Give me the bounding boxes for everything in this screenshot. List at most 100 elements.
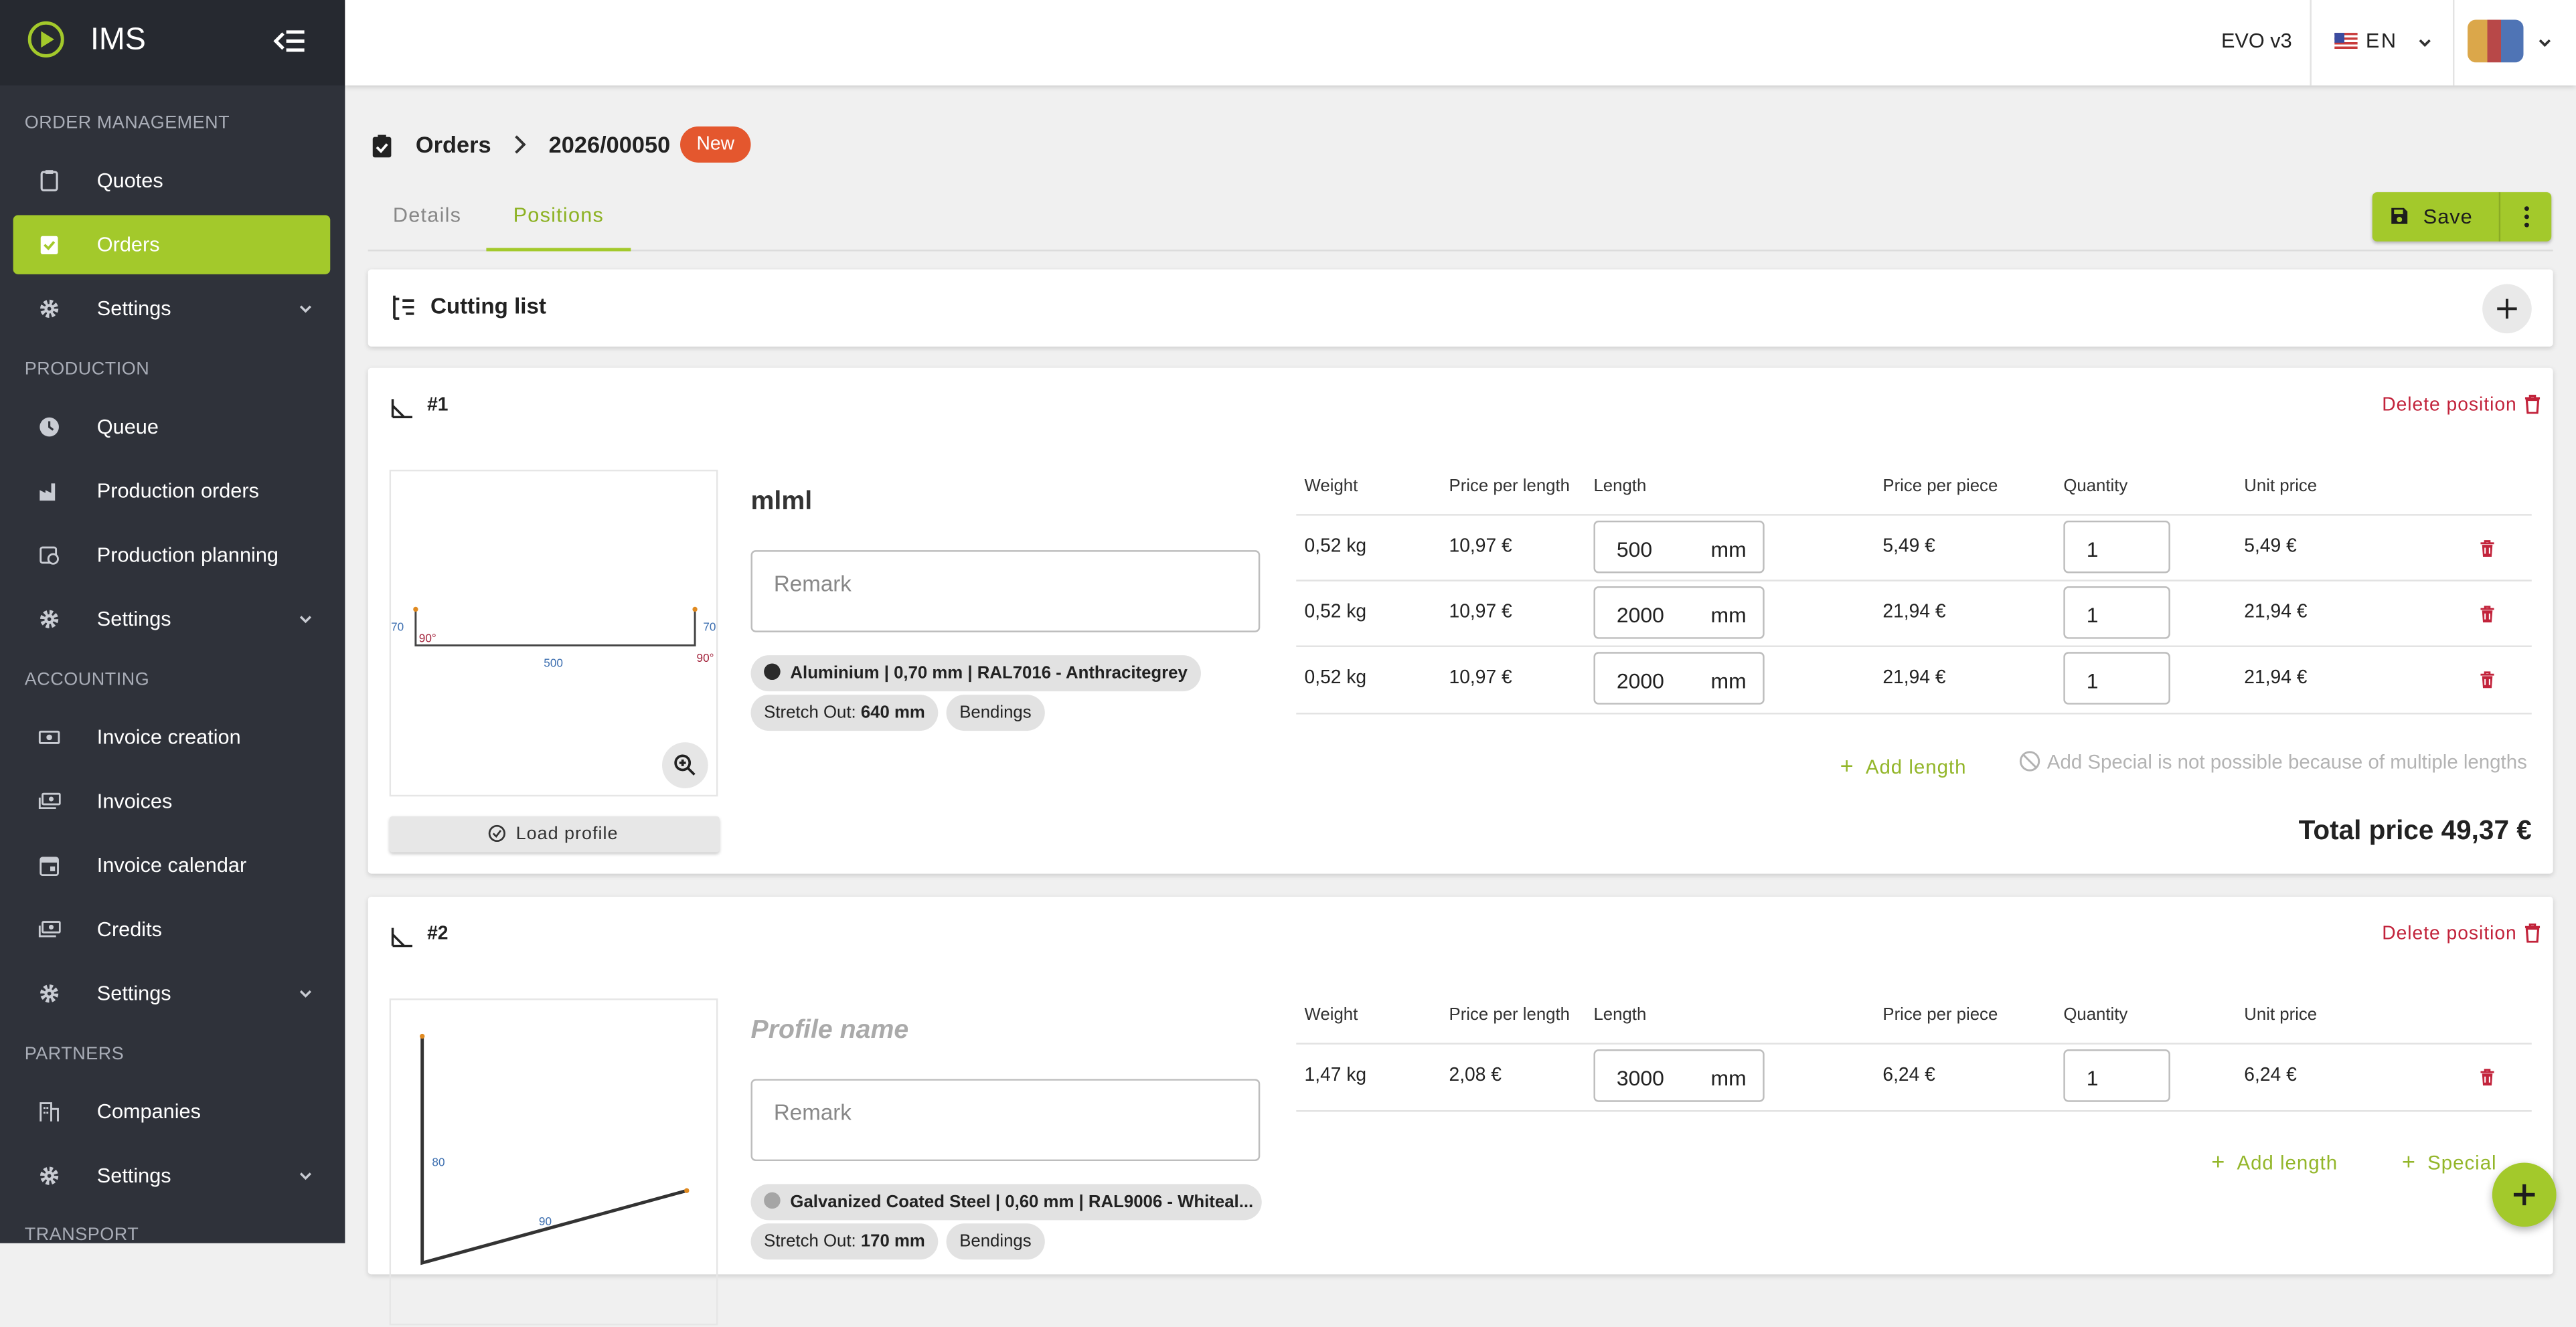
length-input[interactable]: 2000 mm: [1593, 652, 1765, 705]
sidebar-item-settings[interactable]: Settings: [13, 590, 331, 648]
add-position-button[interactable]: [2492, 1162, 2557, 1227]
tab-positions[interactable]: Positions: [486, 184, 631, 252]
profile-drawing[interactable]: 70 70 500 90° 90°: [389, 469, 718, 797]
sidebar-item-orders[interactable]: Orders: [13, 215, 331, 274]
collapse-sidebar-icon[interactable]: [272, 23, 309, 59]
sidebar-item-invoices[interactable]: Invoices: [13, 772, 331, 830]
unit-price-cell: 6,24 €: [2244, 1065, 2297, 1086]
length-value: 500: [1616, 537, 1653, 562]
tab-details[interactable]: Details: [368, 184, 487, 248]
bendings-chip[interactable]: Bendings: [946, 1223, 1045, 1260]
length-value: 2000: [1616, 668, 1664, 693]
length-input[interactable]: 3000 mm: [1593, 1049, 1765, 1102]
trash-icon[interactable]: [2479, 539, 2496, 558]
delete-position-button[interactable]: Delete position: [2382, 923, 2541, 944]
profile-name[interactable]: mlml: [751, 488, 813, 517]
language-code: EN: [2365, 29, 2398, 53]
chevron-down-icon[interactable]: [2537, 35, 2553, 52]
material-color-dot: [764, 1192, 781, 1209]
add-length-label: Add length: [1865, 755, 1967, 779]
add-length-button[interactable]: + Add length: [1840, 752, 1967, 778]
length-input[interactable]: 2000 mm: [1593, 586, 1765, 639]
length-input[interactable]: 500 mm: [1593, 520, 1765, 573]
divider: [2452, 0, 2455, 86]
quantity-input[interactable]: 1: [2063, 520, 2170, 573]
clock-icon: [39, 417, 59, 437]
breadcrumb-orders-link[interactable]: Orders: [416, 131, 491, 157]
price-per-length-cell: 10,97 €: [1449, 537, 1512, 557]
trash-icon[interactable]: [2479, 604, 2496, 624]
add-length-button[interactable]: + Add length: [2211, 1148, 2338, 1174]
material-chip[interactable]: Galvanized Coated Steel | 0,60 mm | RAL9…: [750, 1184, 1262, 1221]
add-cutting-list-button[interactable]: [2482, 284, 2532, 334]
trash-icon: [2524, 923, 2541, 943]
quantity-value: 1: [2086, 668, 2099, 693]
gear-icon: [40, 299, 59, 318]
avatar[interactable]: [2468, 19, 2524, 63]
stretch-out-value: 170 mm: [860, 1231, 925, 1252]
sidebar: IMS ORDER MANAGEMENT Quotes Orders Setti…: [0, 0, 345, 1243]
length-unit: mm: [1710, 1065, 1747, 1091]
remark-field[interactable]: [750, 1079, 1271, 1162]
weight-cell: 0,52 kg: [1304, 602, 1367, 623]
position-card: #2 Delete position 80 90 Profile name Ga…: [368, 896, 2553, 1326]
drawing-label-right-height: 70: [703, 620, 716, 633]
sidebar-item-quotes[interactable]: Quotes: [13, 151, 331, 210]
chevron-down-icon: [299, 616, 312, 624]
zoom-button[interactable]: [662, 742, 708, 788]
sidebar-item-invoice-creation[interactable]: Invoice creation: [13, 708, 331, 767]
more-options-button[interactable]: [2498, 192, 2553, 242]
remark-field[interactable]: [750, 550, 1271, 632]
quantity-input[interactable]: 1: [2063, 586, 2170, 639]
profile-name-field[interactable]: Profile name: [751, 1016, 909, 1046]
sidebar-item-invoice-calendar[interactable]: Invoice calendar: [13, 836, 331, 895]
sidebar-item-settings[interactable]: Settings: [13, 279, 331, 338]
quantity-input[interactable]: 1: [2063, 1049, 2170, 1102]
quantity-input[interactable]: 1: [2063, 652, 2170, 705]
trash-icon[interactable]: [2479, 1067, 2496, 1087]
sidebar-item-companies[interactable]: Companies: [13, 1082, 331, 1141]
remark-input[interactable]: [754, 553, 1271, 613]
delete-position-button[interactable]: Delete position: [2382, 394, 2541, 416]
add-special-button[interactable]: + Special: [2402, 1148, 2497, 1174]
us-flag-icon: [2334, 33, 2358, 50]
sidebar-item-label: Companies: [96, 1100, 201, 1124]
page-title: 2026/00050: [548, 131, 671, 158]
plus-icon: +: [1840, 751, 1854, 779]
material-label: Aluminium | 0,70 mm | RAL7016 - Anthraci…: [790, 663, 1188, 683]
block-icon: [2019, 751, 2040, 772]
sidebar-item-queue[interactable]: Queue: [13, 397, 331, 456]
calendar-clock-icon: [39, 546, 59, 565]
app-name: IMS: [90, 23, 146, 58]
load-profile-button[interactable]: Load profile: [389, 816, 720, 853]
gear-icon: [40, 984, 59, 1003]
position-number: #2: [427, 924, 449, 945]
plus-icon: [2513, 1184, 2535, 1206]
price-per-length-cell: 10,97 €: [1449, 602, 1512, 623]
quantity-value: 1: [2086, 537, 2099, 562]
sidebar-item-production-orders[interactable]: Production orders: [13, 462, 331, 521]
clipboard-icon: [40, 170, 58, 191]
bendings-chip[interactable]: Bendings: [946, 695, 1045, 731]
language-selector[interactable]: EN: [2325, 0, 2440, 86]
sidebar-item-production-planning[interactable]: Production planning: [13, 525, 331, 584]
floppy-disk-icon: [2391, 207, 2408, 224]
sidebar-item-credits[interactable]: Credits: [13, 900, 331, 959]
unit-price-cell: 5,49 €: [2244, 537, 2297, 557]
trash-icon[interactable]: [2479, 670, 2496, 689]
save-button-group: Save: [2372, 192, 2553, 242]
format-list-icon: [393, 295, 414, 320]
sidebar-item-settings[interactable]: Settings: [13, 964, 331, 1023]
sidebar-item-settings[interactable]: Settings: [13, 1146, 331, 1205]
remark-input[interactable]: [754, 1082, 1271, 1142]
plus-icon: +: [2211, 1148, 2226, 1174]
drawing-label-left-height: 70: [391, 620, 404, 633]
profile-drawing[interactable]: 80 90: [389, 998, 718, 1326]
app-logo-icon: [27, 21, 64, 58]
plus-icon: [2497, 298, 2517, 319]
weight-cell: 0,52 kg: [1304, 668, 1367, 689]
cash-icon: [38, 730, 60, 744]
material-color-dot: [764, 663, 781, 680]
save-button[interactable]: Save: [2372, 192, 2498, 242]
material-chip[interactable]: Aluminium | 0,70 mm | RAL7016 - Anthraci…: [750, 655, 1201, 692]
